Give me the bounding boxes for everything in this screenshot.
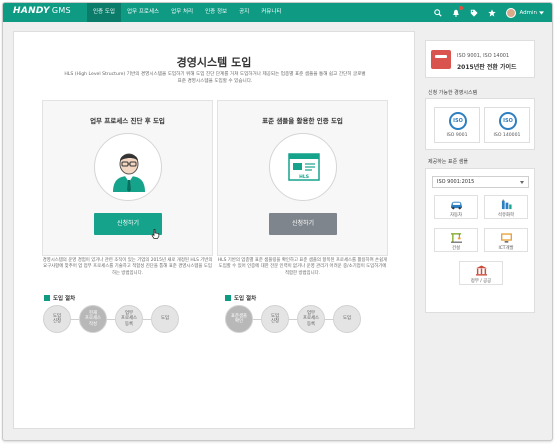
consultant-illustration bbox=[94, 133, 162, 201]
step-connector bbox=[325, 318, 333, 320]
apply-button-sample[interactable]: 신청하기 bbox=[269, 213, 337, 235]
chevron-down-icon[interactable] bbox=[539, 8, 544, 17]
menu-item-cert-info[interactable]: 인증 정보 bbox=[199, 3, 233, 22]
square-bullet-icon bbox=[44, 295, 50, 301]
guide-book-icon bbox=[431, 50, 451, 69]
menu-item-work[interactable]: 업무 처리 bbox=[165, 3, 199, 22]
card-title: 업무 프로세스 진단 후 도입 bbox=[90, 117, 165, 125]
procedure-label: 도입 절차 bbox=[44, 294, 75, 302]
standard-select[interactable]: ISO 9001:2015 bbox=[432, 176, 529, 188]
diagnosis-adoption-card: 업무 프로세스 진단 후 도입 신청하기 bbox=[42, 100, 213, 256]
sector-government[interactable]: 정부 / 공공 bbox=[459, 261, 503, 285]
systems-box: ISO ISO 9001 ISO ISO 140001 bbox=[425, 98, 535, 150]
procedure-step: 도입 신청 bbox=[43, 305, 71, 333]
notification-icon[interactable] bbox=[451, 6, 464, 17]
page-description: HLS (High Level Structure) 기반의 경영시스템을 도입… bbox=[64, 72, 366, 84]
menu-item-community[interactable]: 커뮤니티 bbox=[255, 3, 287, 22]
logo[interactable]: HANDY GMS bbox=[13, 6, 71, 16]
guide-title: 2015년판 전환 가이드 bbox=[457, 64, 517, 71]
main-menu: 인증 도입 업무 프로세스 업무 처리 인증 정보 공지 커뮤니티 bbox=[87, 3, 287, 22]
system-iso140001[interactable]: ISO ISO 140001 bbox=[484, 107, 530, 143]
samples-box: ISO 9001:2015 자동차 석유화학 건설 ICT개발 정부 / 공공 bbox=[425, 168, 535, 313]
page-title: 경영시스템 도입 bbox=[176, 56, 252, 69]
iso-icon: ISO bbox=[449, 112, 467, 130]
system-iso9001[interactable]: ISO ISO 9001 bbox=[434, 107, 480, 143]
procedure-step: 업무 프로세스 등록 bbox=[115, 305, 143, 333]
hls-window-icon: HLS bbox=[288, 153, 320, 181]
star-icon[interactable] bbox=[487, 8, 496, 17]
chevron-down-icon bbox=[520, 181, 524, 184]
consultant-icon bbox=[113, 153, 145, 192]
ict-icon bbox=[501, 233, 512, 243]
sector-petrochemical[interactable]: 석유화학 bbox=[484, 195, 528, 219]
car-icon bbox=[451, 201, 462, 210]
systems-heading: 신청 가능한 경영시스템 bbox=[428, 90, 478, 96]
menu-item-adoption[interactable]: 인증 도입 bbox=[87, 3, 121, 22]
procedure-steps: 도입 신청 현재 프로세스 작성 업무 프로세스 등록 도입 bbox=[43, 304, 179, 334]
hand-cursor-icon bbox=[151, 229, 160, 239]
app-window: HANDY GMS 인증 도입 업무 프로세스 업무 처리 인증 정보 공지 커뮤… bbox=[2, 2, 553, 441]
procedure-step: 도입 bbox=[151, 305, 179, 333]
svg-text:HLS: HLS bbox=[299, 174, 309, 180]
system-label: ISO 9001 bbox=[446, 133, 468, 138]
hls-window-illustration: HLS bbox=[269, 133, 337, 201]
construction-icon bbox=[451, 233, 462, 243]
sector-construction[interactable]: 건설 bbox=[434, 228, 478, 252]
nav-icons: Admin bbox=[424, 3, 544, 22]
step-connector bbox=[71, 318, 79, 320]
samples-heading: 제공하는 표준 샘플 bbox=[428, 159, 468, 165]
step-connector bbox=[289, 318, 297, 320]
top-navbar: HANDY GMS 인증 도입 업무 프로세스 업무 처리 인증 정보 공지 커뮤… bbox=[3, 3, 552, 22]
government-icon bbox=[476, 265, 487, 276]
guide-subtitle: ISO 9001, ISO 14001 bbox=[457, 53, 510, 59]
tag-icon[interactable] bbox=[469, 8, 478, 17]
step-connector bbox=[107, 318, 115, 320]
procedure-step: 표준샘플 확인 bbox=[225, 305, 253, 333]
procedure-step: 업무 프로세스 등록 bbox=[297, 305, 325, 333]
step-connector bbox=[253, 318, 261, 320]
sample-adoption-card: 표준 샘플을 활용한 인증 도입 HLS 신청하기 bbox=[217, 100, 388, 256]
card-description: HLS 기반의 업종별 표준 샘플링을 확인하고 표준 샘플의 항목된 프로세스… bbox=[217, 258, 388, 276]
procedure-step: 도입 신청 bbox=[261, 305, 289, 333]
chemistry-icon bbox=[501, 199, 512, 210]
user-name[interactable]: Admin bbox=[519, 10, 537, 16]
procedure-step: 현재 프로세스 작성 bbox=[79, 305, 107, 333]
avatar[interactable] bbox=[506, 7, 517, 18]
search-icon[interactable] bbox=[433, 8, 442, 17]
menu-item-notice[interactable]: 공지 bbox=[233, 3, 255, 22]
procedure-steps: 표준샘플 확인 도입 신청 업무 프로세스 등록 도입 bbox=[225, 304, 361, 334]
notification-badge bbox=[459, 6, 464, 10]
main-panel: 경영시스템 도입 HLS (High Level Structure) 기반의 … bbox=[13, 31, 415, 429]
step-connector bbox=[143, 318, 151, 320]
transition-guide-banner[interactable]: ISO 9001, ISO 14001 2015년판 전환 가이드 bbox=[425, 40, 535, 78]
sector-ict[interactable]: ICT개발 bbox=[484, 228, 528, 252]
sector-automotive[interactable]: 자동차 bbox=[434, 195, 478, 219]
square-bullet-icon bbox=[225, 295, 231, 301]
procedure-label: 도입 절차 bbox=[225, 294, 256, 302]
menu-item-process[interactable]: 업무 프로세스 bbox=[121, 3, 165, 22]
system-label: ISO 140001 bbox=[493, 133, 521, 138]
card-description: 경영시스템의 운영 경험이 있거나 관련 조직이 있는 기업의 2015년 새로… bbox=[42, 258, 213, 276]
card-title: 표준 샘플을 활용한 인증 도입 bbox=[262, 117, 343, 125]
iso-icon: ISO bbox=[499, 112, 517, 130]
procedure-step: 도입 bbox=[333, 305, 361, 333]
